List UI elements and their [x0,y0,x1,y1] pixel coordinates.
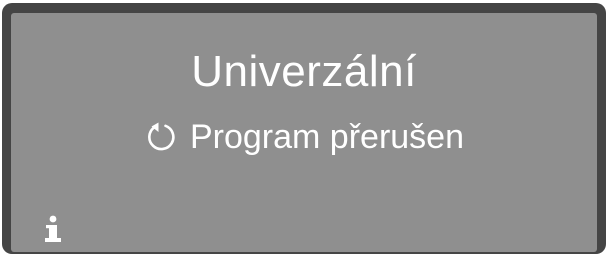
display-screen: Univerzální Program přerušen [11,13,597,252]
restart-icon [144,120,178,154]
info-button[interactable] [42,215,64,243]
status-row: Program přerušen [11,117,597,157]
status-text: Program přerušen [189,118,464,156]
program-name: Univerzální [191,47,417,96]
info-icon [45,215,61,242]
